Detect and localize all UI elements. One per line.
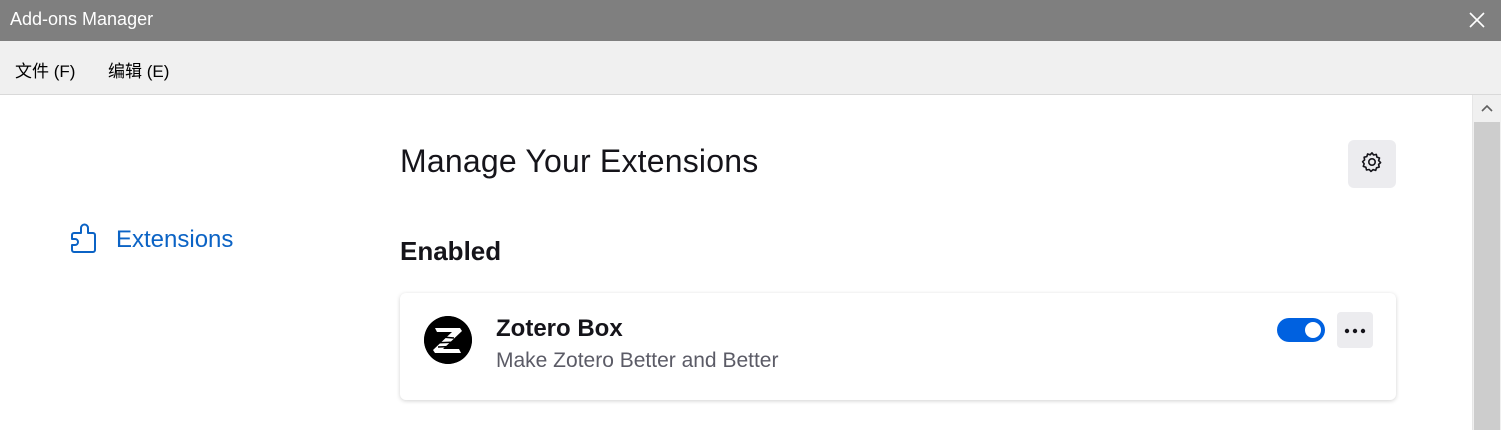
more-options-button[interactable] <box>1337 312 1373 348</box>
more-horizontal-icon <box>1344 321 1366 339</box>
puzzle-piece-icon <box>68 221 102 260</box>
toggle-knob <box>1305 322 1321 338</box>
menu-file[interactable]: 文件 (F) <box>15 57 75 82</box>
extension-card[interactable]: Zotero Box Make Zotero Better and Better <box>400 293 1396 400</box>
page-title: Manage Your Extensions <box>400 143 759 179</box>
title-bar: Add-ons Manager <box>0 0 1501 41</box>
zotero-z-logo-icon <box>424 316 472 364</box>
section-enabled-title: Enabled <box>400 236 502 266</box>
close-icon[interactable] <box>1463 6 1491 34</box>
vertical-scrollbar[interactable] <box>1472 95 1501 430</box>
sidebar-item-extensions[interactable]: Extensions <box>68 220 233 260</box>
scroll-up-icon[interactable] <box>1473 95 1501 121</box>
extension-description: Make Zotero Better and Better <box>496 349 779 372</box>
gear-icon <box>1360 150 1384 179</box>
menu-bar: 文件 (F) 编辑 (E) <box>0 41 1501 95</box>
window-title: Add-ons Manager <box>10 9 154 29</box>
sidebar-item-label: Extensions <box>116 226 234 253</box>
menu-edit[interactable]: 编辑 (E) <box>108 57 169 82</box>
settings-button[interactable] <box>1348 140 1396 188</box>
extension-name: Zotero Box <box>496 315 623 342</box>
addons-content: Extensions Manage Your Extensions Enable… <box>0 95 1472 430</box>
extension-enable-toggle[interactable] <box>1277 318 1325 342</box>
scrollbar-thumb[interactable] <box>1474 122 1500 430</box>
